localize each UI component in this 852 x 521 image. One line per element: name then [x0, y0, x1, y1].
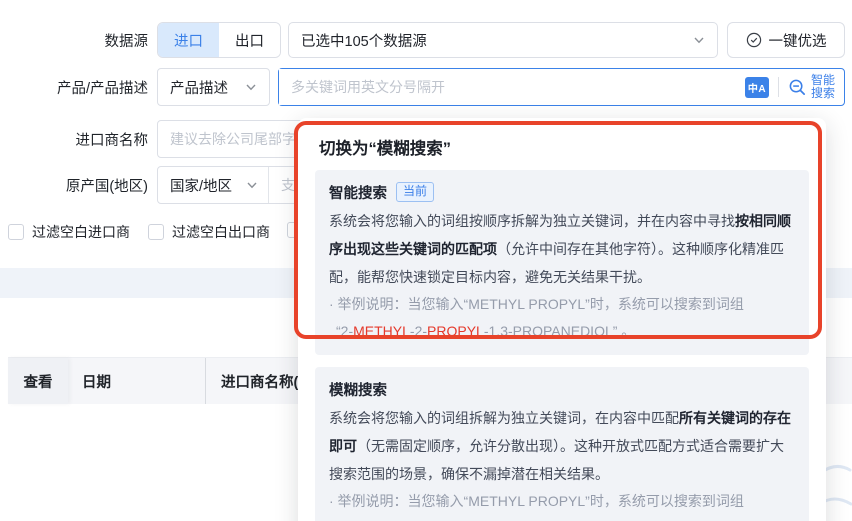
smart-search-description: 系统会将您输入的词组按顺序拆解为独立关键词，并在内容中寻找按相同顺序出现这些关键… — [329, 213, 791, 285]
divider — [777, 77, 779, 97]
checkbox-label: 过滤空白进口商 — [32, 224, 130, 240]
filter-empty-importer-checkbox[interactable]: 过滤空白进口商 — [8, 222, 130, 242]
column-header-date: 日期 — [82, 374, 111, 391]
filter-empty-exporter-checkbox[interactable]: 过滤空白出口商 — [148, 222, 270, 242]
import-export-segmented: 进口 出口 — [157, 22, 281, 58]
product-type-selected-text: 产品描述 — [170, 80, 228, 97]
importer-label: 进口商名称 — [75, 132, 149, 149]
fuzzy-search-example-line2: “2-N-PROPYL-4-METHYL-6” 。 — [329, 515, 795, 521]
chevron-down-icon — [693, 34, 705, 46]
checkbox-label: 过滤空白出口商 — [172, 224, 270, 240]
origin-country-select[interactable]: 国家/地区 — [158, 175, 268, 196]
keyword-input-wrap: 中A 智能 搜索 — [278, 68, 845, 106]
chevron-down-icon — [245, 81, 257, 93]
product-label: 产品/产品描述 — [56, 80, 148, 97]
smart-search-section-title: 智能搜索 — [329, 185, 387, 202]
fuzzy-search-section: 模糊搜索 系统会将您输入的词组拆解为独立关键词，在内容中匹配所有关键词的存在即可… — [315, 367, 809, 521]
one-click-optimize-button[interactable]: 一键优选 — [727, 22, 845, 58]
checkbox-icon — [8, 224, 24, 240]
search-mode-popup: 切换为“模糊搜索” 智能搜索 当前 系统会将您输入的词组按顺序拆解为独立关键词，… — [298, 118, 826, 521]
origin-country-selected-text: 国家/地区 — [170, 178, 233, 195]
chevron-down-icon — [246, 179, 258, 191]
keyword-input[interactable] — [279, 69, 745, 105]
origin-label: 原产国(地区) — [65, 178, 148, 195]
trade-data-search-screen: 数据源 进口 出口 已选中105个数据源 一键优选 产品/产品描述 产品描述 中… — [0, 0, 852, 521]
checkbox-icon — [148, 224, 164, 240]
circle-check-icon — [746, 32, 762, 48]
fuzzy-search-section-title: 模糊搜索 — [329, 382, 387, 399]
smart-search-toggle[interactable]: 智能 搜索 — [788, 74, 844, 100]
product-type-select[interactable]: 产品描述 — [157, 68, 270, 106]
smart-search-label: 智能 搜索 — [810, 73, 835, 100]
export-tab[interactable]: 出口 — [219, 23, 280, 57]
fuzzy-search-description: 系统会将您输入的词组拆解为独立关键词，在内容中匹配所有关键词的存在即可（无需固定… — [329, 410, 791, 482]
datasource-select[interactable]: 已选中105个数据源 — [288, 22, 718, 58]
datasource-selected-text: 已选中105个数据源 — [301, 33, 427, 50]
switch-to-fuzzy-search-action[interactable]: 切换为“模糊搜索” — [315, 133, 809, 170]
smart-search-example-line2: “2-METHYL-2-PROPYL-1,3-PROPANEDIOL” 。 — [336, 323, 636, 339]
smart-search-icon — [788, 78, 807, 97]
datasource-label: 数据源 — [104, 33, 149, 50]
current-mode-badge: 当前 — [396, 182, 435, 202]
smart-search-example-line1: · 举例说明：当您输入“METHYL PROPYL”时，系统可以搜索到词组 — [329, 296, 744, 312]
smart-search-section: 智能搜索 当前 系统会将您输入的词组按顺序拆解为独立关键词，并在内容中寻找按相同… — [315, 170, 809, 355]
optimize-button-label: 一键优选 — [768, 33, 827, 50]
import-tab[interactable]: 进口 — [158, 23, 219, 57]
column-header-view: 查看 — [8, 358, 68, 404]
translate-icon[interactable]: 中A — [744, 76, 769, 98]
fuzzy-search-example-line1: · 举例说明：当您输入“METHYL PROPYL”时，系统可以搜索到词组 — [329, 493, 744, 509]
